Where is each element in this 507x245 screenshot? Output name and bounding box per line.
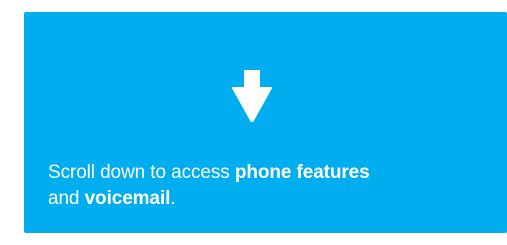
message-text-part-1: Scroll down to access [48,162,235,183]
message-text-part-2: and [48,188,85,209]
phone-features-label: phone features [234,162,370,183]
scroll-hint-message: Scroll down to access phone features and … [48,160,503,212]
arrow-down-icon [232,70,272,122]
message-text-part-3: . [170,188,176,209]
voicemail-label: voicemail [84,188,171,209]
scroll-hint-card: Scroll down to access phone features and … [24,12,507,233]
